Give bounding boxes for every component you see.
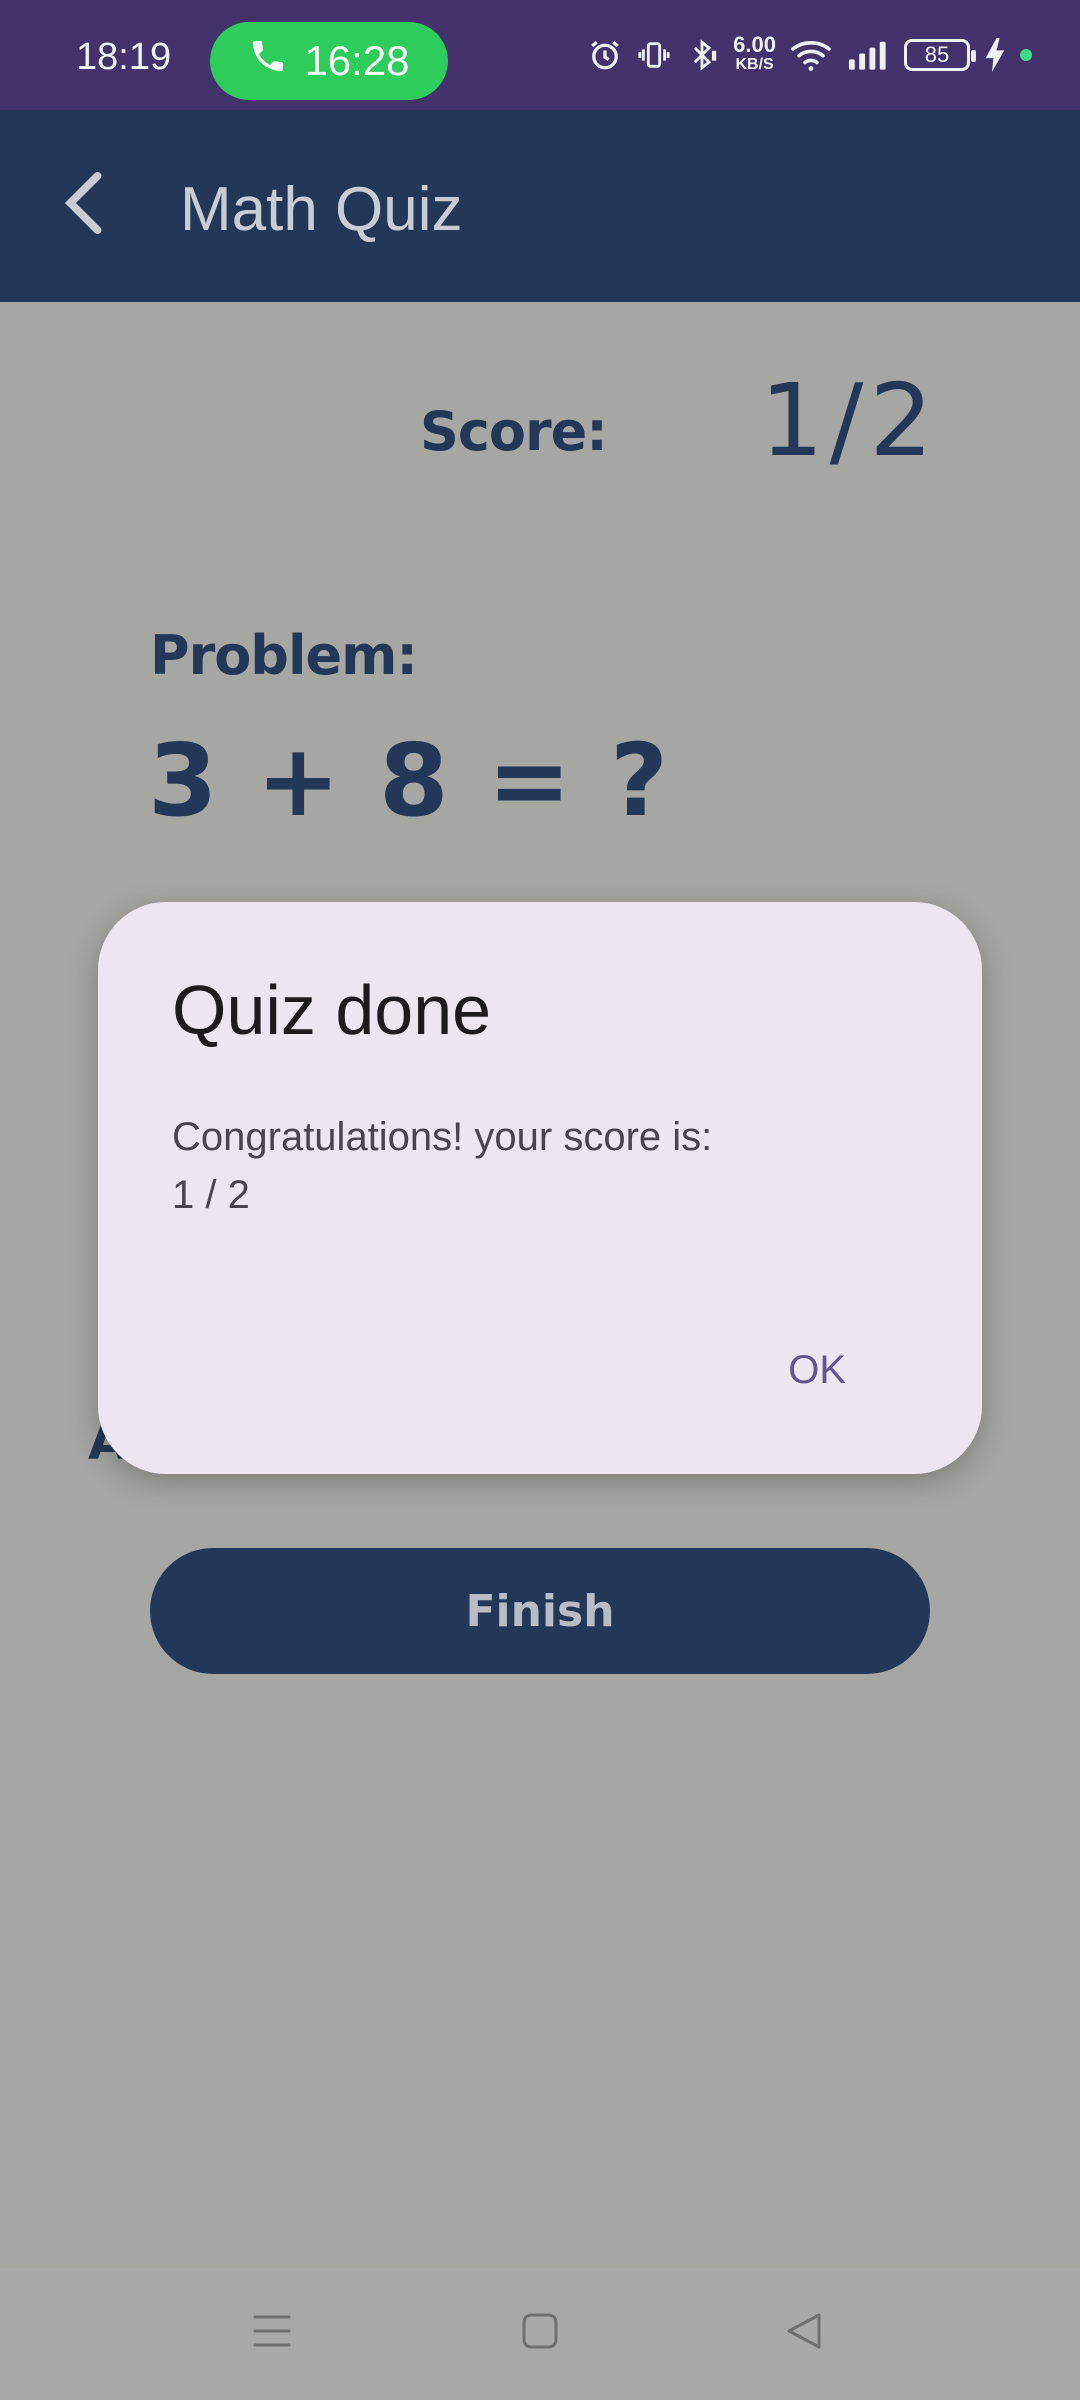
recent-apps-button[interactable] [232,2298,312,2368]
wifi-icon [790,37,832,73]
app-title: Math Quiz [180,175,463,244]
net-speed-value: 6.00 [733,32,776,57]
navigation-bar [0,2268,1080,2400]
privacy-indicator-dot [1020,49,1032,61]
vibrate-icon [637,38,671,72]
dialog-score: 1 / 2 [172,1173,250,1217]
call-duration: 16:28 [304,37,410,84]
status-bar: 18:19 16:28 6.00 KB/S 85 [0,0,1080,110]
dialog-message: Congratulations! your score is: 1 / 2 [172,1108,912,1224]
home-button[interactable] [500,2298,580,2368]
app-bar: Math Quiz [0,110,1080,302]
problem-text: 3 + 8 = ? [148,722,671,839]
battery-level: 85 [924,42,950,67]
alarm-icon [587,37,623,73]
bluetooth-icon [685,38,719,72]
problem-label: Problem: [150,624,418,687]
ongoing-call-chip[interactable]: 16:28 [210,22,448,100]
quiz-done-dialog: Quiz done Congratulations! your score is… [98,902,982,1474]
network-speed: 6.00 KB/S [733,32,776,75]
net-speed-unit: KB/S [735,56,774,73]
signal-icon [846,38,890,72]
status-time: 18:19 [76,36,172,78]
ok-button[interactable]: OK [772,1330,862,1410]
status-icons: 6.00 KB/S 85 [587,30,1032,80]
menu-icon [252,2313,292,2353]
back-button[interactable] [44,160,124,250]
home-icon [521,2312,559,2354]
system-back-button[interactable] [764,2298,844,2368]
score-value: 1/2 [760,362,939,479]
dialog-title: Quiz done [172,971,492,1049]
back-icon [785,2311,823,2355]
charging-icon [984,38,1006,72]
dialog-message-line: Congratulations! your score is: [172,1115,713,1159]
battery-icon: 85 [904,39,976,71]
finish-button[interactable]: Finish [150,1548,930,1674]
score-label: Score: [420,400,608,463]
phone-icon [248,36,288,86]
chevron-left-icon [62,170,106,240]
